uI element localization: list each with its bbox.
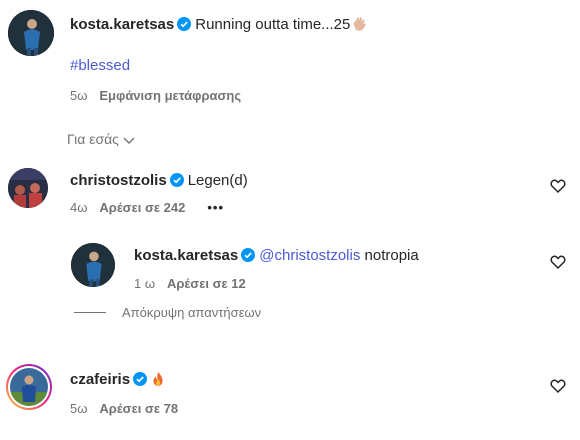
avatar-kosta[interactable] (8, 10, 54, 56)
reply-username[interactable]: kosta.karetsas (134, 247, 238, 264)
caption-text: Running outta time...25 (195, 16, 351, 33)
chevron-down-icon (123, 137, 135, 144)
comment-row: christostzolis Legen(d) (70, 170, 248, 192)
comment-time: 4ω (70, 200, 88, 215)
hide-replies-label: Απόκρυψη απαντήσεων (122, 305, 262, 320)
likes-count[interactable]: Αρέσει σε 78 (99, 401, 178, 416)
sort-label: Για εσάς (67, 131, 119, 147)
sort-dropdown[interactable]: Για εσάς (67, 131, 135, 147)
likes-count[interactable]: Αρέσει σε 12 (167, 276, 246, 291)
caption: kosta.karetsas Running outta time...25 (70, 14, 540, 36)
comment-username[interactable]: christostzolis (70, 172, 167, 189)
verified-icon (241, 248, 256, 262)
reply-row: kosta.karetsas @christostzolis notropia (134, 245, 419, 267)
caption-hashtag[interactable]: #blessed (70, 57, 130, 74)
avatar-czafeiris[interactable] (6, 364, 52, 410)
comment-time: 5ω (70, 401, 88, 416)
heart-icon[interactable] (550, 378, 566, 394)
hide-replies-button[interactable]: Απόκρυψη απαντήσεων (74, 305, 261, 320)
divider (74, 312, 106, 313)
avatar-christostzolis[interactable] (8, 168, 48, 208)
reply-text: notropia (364, 247, 419, 264)
comment-meta: 4ω Αρέσει σε 242 ••• (70, 200, 236, 215)
caption-meta: 5ω Εμφάνιση μετάφρασης (70, 88, 253, 103)
verified-icon (133, 372, 148, 386)
translate-link[interactable]: Εμφάνιση μετάφρασης (99, 88, 241, 103)
likes-count[interactable]: Αρέσει σε 242 (99, 200, 185, 215)
caption-username[interactable]: kosta.karetsas (70, 16, 174, 33)
avatar-kosta-reply[interactable] (71, 243, 115, 287)
comment-meta: 5ω Αρέσει σε 78 (70, 401, 190, 416)
verified-icon (177, 17, 192, 31)
comment-row: czafeiris (70, 369, 165, 391)
heart-icon[interactable] (550, 178, 566, 194)
verified-icon (169, 173, 184, 187)
heart-icon[interactable] (550, 254, 566, 270)
more-options-icon[interactable]: ••• (207, 200, 224, 215)
comment-username[interactable]: czafeiris (70, 371, 130, 388)
comment-text: Legen(d) (187, 172, 248, 189)
caption-time: 5ω (70, 88, 88, 103)
reply-meta: 1 ω Αρέσει σε 12 (134, 276, 258, 291)
fire-icon (153, 372, 163, 386)
reply-mention[interactable]: @christostzolis (259, 247, 360, 264)
hand-icon (354, 17, 367, 31)
reply-time: 1 ω (134, 276, 155, 291)
